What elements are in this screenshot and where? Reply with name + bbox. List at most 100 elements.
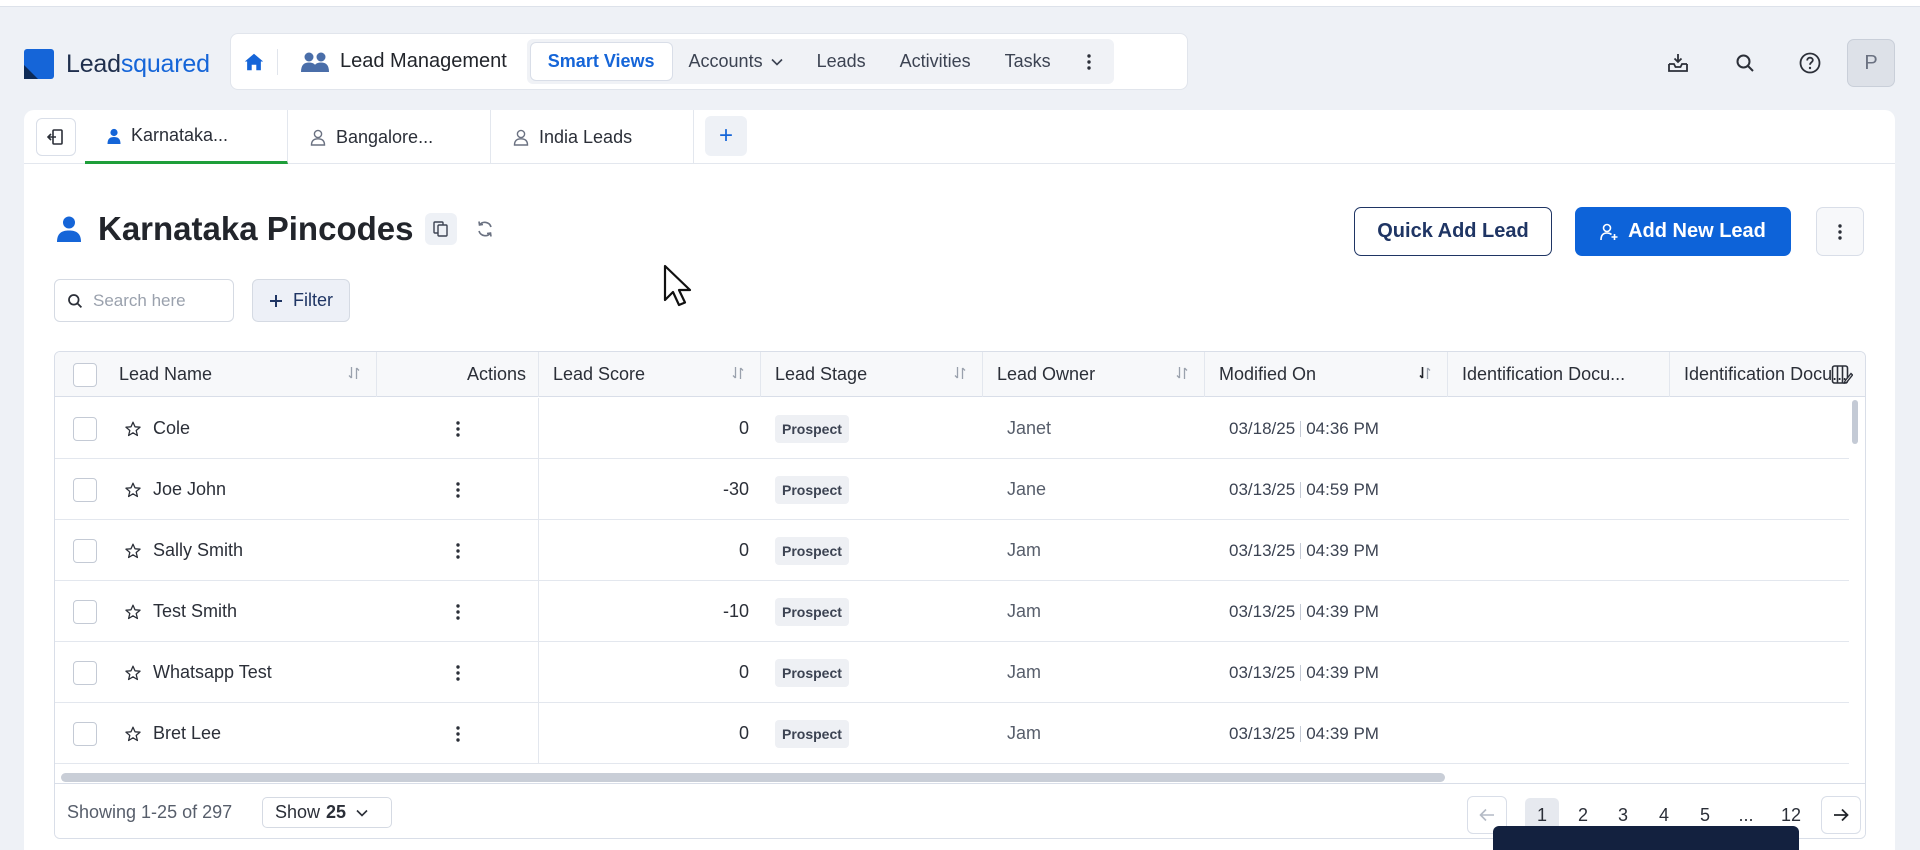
refresh-button[interactable] <box>469 213 501 245</box>
add-new-lead-button[interactable]: Add New Lead <box>1575 207 1791 256</box>
star-icon[interactable] <box>125 665 141 681</box>
row-checkbox[interactable] <box>73 477 97 502</box>
search-input[interactable] <box>93 290 223 311</box>
nav-tab-leads[interactable]: Leads <box>800 43 883 80</box>
row-checkbox[interactable] <box>73 538 97 563</box>
user-avatar[interactable]: P <box>1847 39 1895 87</box>
nav-tab-label: Accounts <box>688 51 763 71</box>
help-button[interactable] <box>1790 43 1830 83</box>
download-button[interactable] <box>1658 43 1698 83</box>
copy-view-button[interactable] <box>425 213 458 245</box>
row-select-cell <box>55 520 115 581</box>
row-actions-kebab-icon[interactable] <box>455 481 460 498</box>
filter-button[interactable]: Filter <box>252 279 350 322</box>
module-switcher[interactable]: Lead Management <box>278 50 523 73</box>
smart-view-tab-bangalore[interactable]: Bangalore... <box>288 110 491 164</box>
stage-badge: Prospect <box>775 719 849 748</box>
lead-owner-cell: Jam <box>1007 662 1042 682</box>
logo-text: Leadsquared <box>66 49 210 78</box>
table-row[interactable]: Bret Lee 0 Prospect Jam 03/13/25 04:39 PM <box>55 703 1849 764</box>
column-settings-button[interactable] <box>1825 358 1859 392</box>
table-row[interactable]: Cole 0 Prospect Janet 03/18/25 04:36 PM <box>55 398 1849 459</box>
global-search-button[interactable] <box>1725 43 1765 83</box>
lead-name-link[interactable]: Cole <box>153 418 190 439</box>
notification-toast[interactable] <box>1493 826 1799 850</box>
arrow-right-icon <box>1834 808 1849 822</box>
star-icon[interactable] <box>125 604 141 620</box>
row-actions-cell <box>377 703 539 764</box>
users-group-icon <box>301 52 329 72</box>
brand-logo[interactable]: Leadsquared <box>24 48 210 80</box>
lead-stage-cell: Prospect <box>775 398 983 459</box>
exit-view-button[interactable] <box>36 118 76 156</box>
lead-name-link[interactable]: Whatsapp Test <box>153 662 272 683</box>
lead-name-cell: Bret Lee <box>125 703 377 764</box>
column-header-identification-doc-1[interactable]: Identification Docu... <box>1448 352 1670 397</box>
star-icon[interactable] <box>125 482 141 498</box>
lead-name-link[interactable]: Test Smith <box>153 601 237 622</box>
nav-tab-label: Smart Views <box>547 51 655 71</box>
row-actions-kebab-icon[interactable] <box>455 603 460 620</box>
nav-tab-accounts[interactable]: Accounts <box>672 43 800 80</box>
table-row[interactable]: Test Smith -10 Prospect Jam 03/13/25 04:3… <box>55 581 1849 642</box>
columns-settings-icon <box>1831 365 1853 384</box>
nav-tab-label: Leads <box>816 51 866 71</box>
search-box <box>54 279 234 322</box>
row-checkbox[interactable] <box>73 721 97 746</box>
column-header-lead-owner[interactable]: Lead Owner <box>983 352 1205 397</box>
leads-grid: Lead Name Actions Lead Score Lead Stage … <box>54 351 1866 839</box>
star-icon[interactable] <box>125 543 141 559</box>
nav-tab-smart-views[interactable]: Smart Views <box>530 43 672 80</box>
horizontal-scrollbar[interactable] <box>61 773 1445 782</box>
nav-tab-activities[interactable]: Activities <box>883 43 988 80</box>
row-checkbox[interactable] <box>73 660 97 685</box>
quick-add-lead-button[interactable]: Quick Add Lead <box>1354 207 1552 256</box>
row-checkbox[interactable] <box>73 599 97 624</box>
smart-view-tab-karnataka[interactable]: Karnataka... <box>85 110 288 164</box>
lead-name-cell: Joe John <box>125 459 377 520</box>
help-icon <box>1799 52 1821 74</box>
row-actions-kebab-icon[interactable] <box>455 542 460 559</box>
nav-more-button[interactable] <box>1068 43 1110 80</box>
lead-name-link[interactable]: Sally Smith <box>153 540 243 561</box>
lead-stage-cell: Prospect <box>775 459 983 520</box>
star-icon[interactable] <box>125 726 141 742</box>
page-size-select[interactable]: Show 25 <box>262 797 392 828</box>
stage-badge: Prospect <box>775 658 849 687</box>
column-header-lead-score[interactable]: Lead Score <box>539 352 761 397</box>
star-icon[interactable] <box>125 421 141 437</box>
nav-tab-tasks[interactable]: Tasks <box>988 43 1068 80</box>
lead-name-link[interactable]: Bret Lee <box>153 723 221 744</box>
row-select-cell <box>55 398 115 459</box>
row-actions-kebab-icon[interactable] <box>455 664 460 681</box>
lead-name-link[interactable]: Joe John <box>153 479 226 500</box>
add-smart-view-button[interactable]: + <box>705 116 747 156</box>
search-icon <box>1736 54 1754 72</box>
vertical-scrollbar[interactable] <box>1852 400 1858 444</box>
next-page-button[interactable] <box>1821 796 1861 834</box>
smart-view-tab-india-leads[interactable]: India Leads <box>491 110 694 164</box>
table-row[interactable]: Whatsapp Test 0 Prospect Jam 03/13/25 04:… <box>55 642 1849 703</box>
column-label: Identification Docu... <box>1462 364 1626 384</box>
add-user-icon <box>1600 223 1618 240</box>
time-text: 04:39 PM <box>1306 540 1379 560</box>
column-header-lead-name[interactable]: Lead Name <box>105 352 377 397</box>
sort-icon <box>348 367 360 379</box>
row-checkbox[interactable] <box>73 416 97 441</box>
column-label: Lead Score <box>553 364 646 384</box>
column-header-modified-on[interactable]: Modified On <box>1205 352 1448 397</box>
date-text: 03/13/25 <box>1229 540 1296 560</box>
more-actions-button[interactable] <box>1816 207 1864 256</box>
nav-tab-label: Activities <box>899 51 971 71</box>
modified-on-cell: 03/13/25 04:39 PM <box>1229 642 1448 703</box>
lead-score-cell: 0 <box>738 723 749 743</box>
row-actions-cell <box>377 520 539 581</box>
column-header-lead-stage[interactable]: Lead Stage <box>761 352 983 397</box>
select-all-checkbox[interactable] <box>73 362 97 387</box>
table-row[interactable]: Sally Smith 0 Prospect Jam 03/13/25 04:39… <box>55 520 1849 581</box>
table-row[interactable]: Joe John -30 Prospect Jane 03/13/25 04:59… <box>55 459 1849 520</box>
row-actions-kebab-icon[interactable] <box>455 420 460 437</box>
row-actions-kebab-icon[interactable] <box>455 725 460 742</box>
home-button[interactable] <box>231 33 277 90</box>
column-label: Identification Docu... <box>1684 364 1848 384</box>
